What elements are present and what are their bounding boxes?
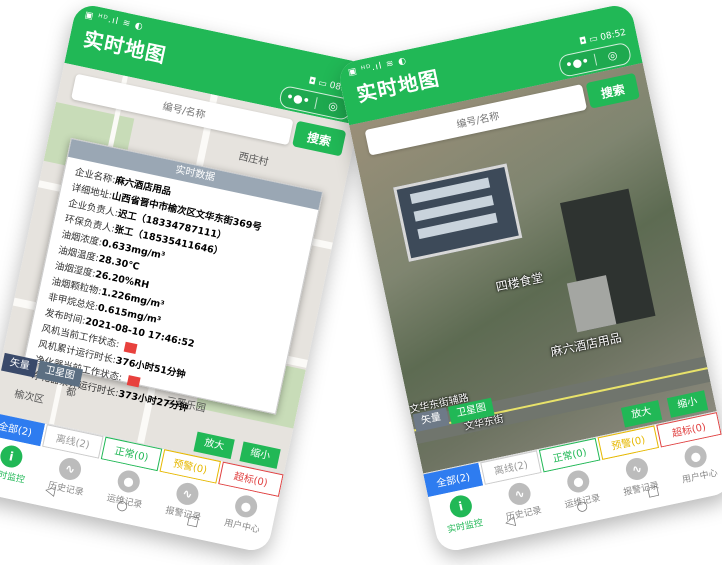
purifier-status-indicator [126,374,141,387]
search-button[interactable]: 搜索 [292,120,347,157]
vector-layer-button[interactable]: 矢量 [1,352,39,378]
chart-icon: ∿ [57,455,84,483]
info-icon: i [0,443,25,470]
home-icon[interactable]: ○ [575,498,589,515]
more-icon[interactable]: •●• [279,86,316,113]
user-icon: ● [682,443,709,470]
chart-icon: ∿ [174,480,201,507]
user-icon: ● [565,468,592,495]
back-icon[interactable]: ◁ [504,514,517,531]
user-icon: ● [233,493,260,520]
home-icon[interactable]: ○ [115,498,129,515]
recents-icon[interactable]: □ [185,513,200,530]
map-view[interactable]: 搜索 西庄村 中 都 榆次区 三晋乐园 实时数据 企业名称:麻六酒店用品 详细地… [0,62,358,474]
satellite-map-view[interactable]: 搜索 四楼食堂 麻六酒店用品 文华东街辅路 文华东街 矢量 卫星图 放大 缩小 [349,62,717,474]
chart-icon: ∿ [506,480,533,507]
chart-icon: ∿ [623,455,650,483]
recents-icon[interactable]: □ [646,483,661,500]
back-icon[interactable]: ◁ [44,482,57,499]
phone-screen-right: ▣ ᴴᴰ.ıl ≋ ◐ ◘ ▭ 08:52 实时地图 •●• ◎ 搜索 四楼食堂… [336,2,722,554]
phone-screen-left: ▣ ᴴᴰ.ıl ≋ ◐ ◘ ▭ 08:51 实时地图 •●• ◎ 搜索 西庄村 … [0,2,371,554]
map-label: 榆次区 [13,388,45,406]
map-label: 西庄村 [237,151,270,169]
user-icon: ● [115,468,142,495]
info-icon: i [447,493,474,520]
page-title: 实时地图 [81,26,169,68]
fan-status-indicator [123,341,138,354]
